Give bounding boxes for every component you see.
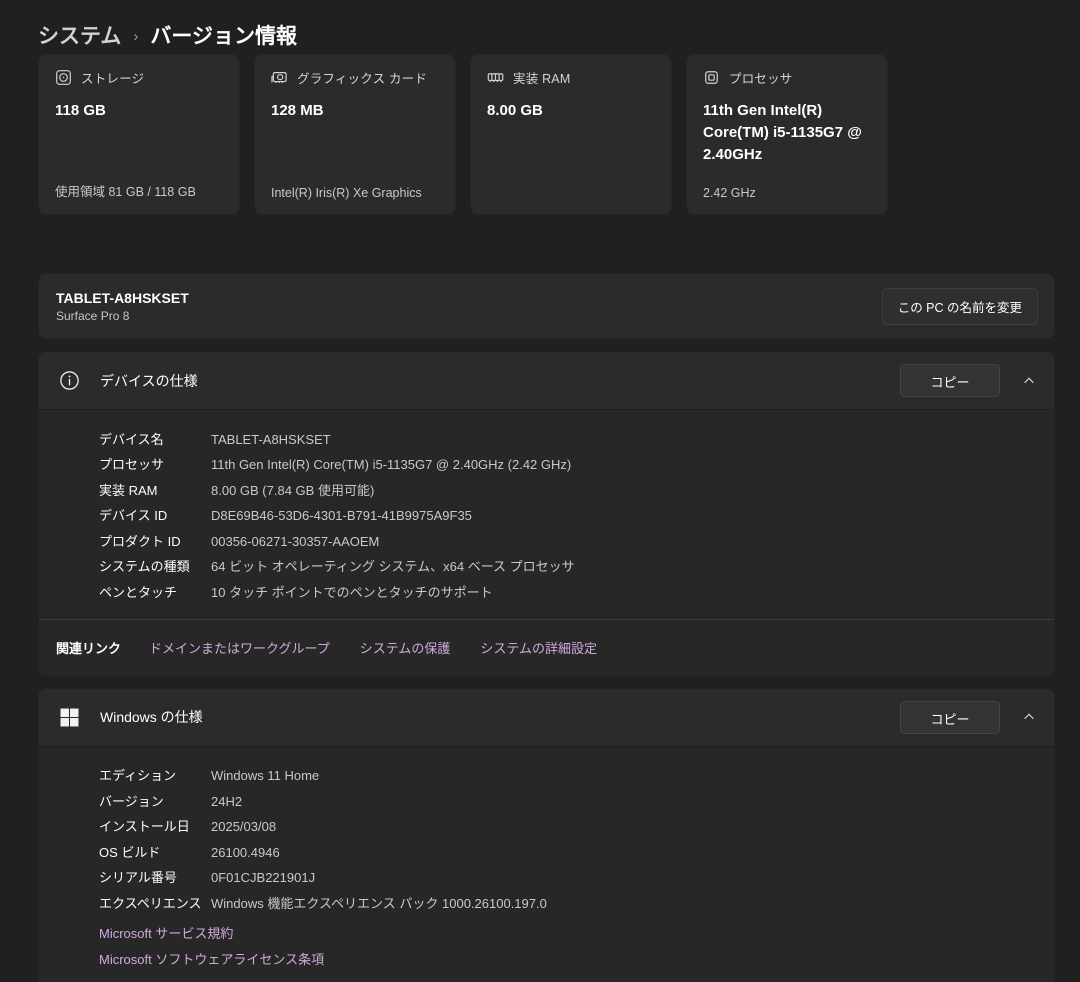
device-specs-expander: デバイスの仕様 コピー デバイス名 TABLET-A8HSKSET プロセッサ … bbox=[38, 351, 1055, 676]
ram-card-value: 8.00 GB bbox=[487, 102, 543, 119]
spec-value: TABLET-A8HSKSET bbox=[211, 431, 331, 447]
spec-cards: ストレージ 118 GB 使用領域 81 GB / 118 GB グラフィックス… bbox=[38, 54, 1055, 215]
storage-card: ストレージ 118 GB 使用領域 81 GB / 118 GB bbox=[38, 54, 240, 215]
ram-card-label: 実装 RAM bbox=[513, 72, 571, 86]
windows-specs-body: エディション Windows 11 Home バージョン 24H2 インストール… bbox=[39, 745, 1054, 982]
page-title: バージョン情報 bbox=[150, 25, 297, 48]
processor-card-header: プロセッサ bbox=[703, 68, 871, 87]
spec-value: 8.00 GB (7.84 GB 使用可能) bbox=[211, 482, 375, 498]
windows-specs-rows: エディション Windows 11 Home バージョン 24H2 インストール… bbox=[39, 747, 1054, 917]
spec-label: ペンとタッチ bbox=[99, 584, 178, 600]
spec-value: 11th Gen Intel(R) Core(TM) i5-1135G7 @ 2… bbox=[211, 457, 572, 472]
windows-specs-title: Windows の仕様 bbox=[100, 709, 203, 725]
device-names: TABLET-A8HSKSET Surface Pro 8 bbox=[56, 290, 189, 323]
spec-label: 実装 RAM bbox=[99, 482, 158, 498]
device-specs-title: デバイスの仕様 bbox=[100, 372, 198, 389]
device-name: TABLET-A8HSKSET bbox=[56, 289, 189, 306]
chevron-up-icon[interactable] bbox=[1022, 374, 1036, 388]
spec-label: エクスペリエンス bbox=[99, 895, 202, 911]
spec-value: D8E69B46-53D6-4301-B791-41B9975A9F35 bbox=[211, 508, 472, 523]
spec-row-processor: プロセッサ 11th Gen Intel(R) Core(TM) i5-1135… bbox=[39, 453, 1054, 479]
storage-card-header: ストレージ bbox=[55, 68, 223, 87]
link-system-protection[interactable]: システムの保護 bbox=[360, 638, 451, 657]
spec-value: 0F01CJB221901J bbox=[211, 870, 316, 885]
spec-value: 64 ビット オペレーティング システム、x64 ベース プロセッサ bbox=[211, 559, 575, 574]
spec-row-edition: エディション Windows 11 Home bbox=[39, 764, 1054, 790]
spec-label: プロセッサ bbox=[99, 457, 165, 472]
spec-row-version: バージョン 24H2 bbox=[39, 789, 1054, 815]
spec-value: 00356-06271-30357-AAOEM bbox=[211, 533, 380, 549]
spec-value: Windows 機能エクスペリエンス パック 1000.26100.197.0 bbox=[211, 895, 547, 911]
storage-icon bbox=[55, 69, 72, 86]
graphics-card-label: グラフィックス カード bbox=[297, 72, 428, 86]
chevron-right-icon: › bbox=[133, 27, 139, 45]
link-advanced-system-settings[interactable]: システムの詳細設定 bbox=[480, 638, 597, 657]
processor-card: プロセッサ 11th Gen Intel(R) Core(TM) i5-1135… bbox=[686, 54, 888, 215]
link-microsoft-software-license[interactable]: Microsoft ソフトウェアライセンス条項 bbox=[99, 949, 1054, 968]
spec-label: システムの種類 bbox=[99, 559, 190, 574]
info-icon bbox=[58, 370, 80, 392]
spec-label: OS ビルド bbox=[99, 844, 161, 860]
windows-specs-copy-button[interactable]: コピー bbox=[900, 700, 1000, 734]
spec-row-device-name: デバイス名 TABLET-A8HSKSET bbox=[39, 427, 1054, 453]
processor-card-value: 11th Gen Intel(R) Core(TM) i5-1135G7 @ 2… bbox=[703, 102, 862, 163]
microsoft-links: Microsoft サービス規約 Microsoft ソフトウェアライセンス条項 bbox=[39, 917, 1054, 982]
device-specs-body: デバイス名 TABLET-A8HSKSET プロセッサ 11th Gen Int… bbox=[39, 409, 1054, 675]
storage-card-subtitle: 使用領域 81 GB / 118 GB bbox=[55, 185, 196, 199]
spec-label: デバイス名 bbox=[99, 431, 164, 447]
link-domain-workgroup[interactable]: ドメインまたはワークグループ bbox=[149, 638, 330, 657]
spec-row-device-id: デバイス ID D8E69B46-53D6-4301-B791-41B9975A… bbox=[39, 504, 1054, 530]
processor-card-subtitle: 2.42 GHz bbox=[703, 186, 756, 200]
device-specs-copy-button[interactable]: コピー bbox=[900, 364, 1000, 397]
spec-label: プロダクト ID bbox=[99, 533, 181, 549]
link-microsoft-services-agreement[interactable]: Microsoft サービス規約 bbox=[99, 923, 1054, 942]
graphics-card-icon bbox=[271, 69, 288, 86]
cpu-icon bbox=[703, 69, 720, 86]
device-model: Surface Pro 8 bbox=[56, 308, 130, 323]
device-specs-rows: デバイス名 TABLET-A8HSKSET プロセッサ 11th Gen Int… bbox=[39, 410, 1054, 619]
spec-label: エディション bbox=[99, 768, 177, 783]
processor-card-label: プロセッサ bbox=[729, 72, 793, 86]
spec-label: バージョン bbox=[99, 793, 164, 809]
settings-about-page: システム › バージョン情報 ストレージ 118 GB 使用領域 81 GB /… bbox=[38, 0, 1055, 982]
spec-value: 24H2 bbox=[211, 793, 243, 809]
spec-row-pen-touch: ペンとタッチ 10 タッチ ポイントでのペンとタッチのサポート bbox=[39, 580, 1054, 606]
chevron-up-icon[interactable] bbox=[1022, 710, 1036, 724]
rename-pc-button[interactable]: この PC の名前を変更 bbox=[881, 287, 1038, 325]
device-specs-header[interactable]: デバイスの仕様 コピー bbox=[39, 352, 1054, 409]
spec-value: 2025/03/08 bbox=[211, 819, 277, 834]
spec-label: インストール日 bbox=[99, 819, 190, 834]
graphics-card-subtitle: Intel(R) Iris(R) Xe Graphics bbox=[271, 186, 422, 200]
spec-row-install-date: インストール日 2025/03/08 bbox=[39, 815, 1054, 841]
graphics-card: グラフィックス カード 128 MB Intel(R) Iris(R) Xe G… bbox=[254, 54, 456, 215]
spec-row-os-build: OS ビルド 26100.4946 bbox=[39, 840, 1054, 866]
spec-row-experience: エクスペリエンス Windows 機能エクスペリエンス パック 1000.261… bbox=[39, 891, 1054, 917]
related-links-label: 関連リンク bbox=[56, 640, 122, 656]
ram-card-header: 実装 RAM bbox=[487, 68, 655, 87]
spec-value: 10 タッチ ポイントでのペンとタッチのサポート bbox=[211, 584, 493, 600]
graphics-card-header: グラフィックス カード bbox=[271, 68, 439, 87]
windows-specs-expander: Windows の仕様 コピー エディション Windows 11 Home バ… bbox=[38, 687, 1055, 982]
related-links-row: 関連リンク ドメインまたはワークグループ システムの保護 システムの詳細設定 bbox=[39, 618, 1054, 675]
spec-label: デバイス ID bbox=[99, 508, 168, 523]
spec-row-product-id: プロダクト ID 00356-06271-30357-AAOEM bbox=[39, 529, 1054, 555]
graphics-card-value: 128 MB bbox=[271, 102, 324, 119]
windows-specs-header[interactable]: Windows の仕様 コピー bbox=[39, 688, 1054, 746]
spec-row-ram: 実装 RAM 8.00 GB (7.84 GB 使用可能) bbox=[39, 478, 1054, 504]
windows-logo-icon bbox=[58, 706, 80, 728]
spec-value: Windows 11 Home bbox=[211, 768, 320, 783]
spec-label: シリアル番号 bbox=[99, 870, 177, 885]
spec-row-serial-number: シリアル番号 0F01CJB221901J bbox=[39, 866, 1054, 892]
spec-value: 26100.4946 bbox=[211, 844, 280, 860]
ram-card: 実装 RAM 8.00 GB bbox=[470, 54, 672, 215]
spec-row-system-type: システムの種類 64 ビット オペレーティング システム、x64 ベース プロセ… bbox=[39, 555, 1054, 581]
storage-card-value: 118 GB bbox=[55, 102, 106, 119]
storage-card-label: ストレージ bbox=[81, 72, 145, 86]
device-name-bar: TABLET-A8HSKSET Surface Pro 8 この PC の名前を… bbox=[38, 273, 1055, 339]
breadcrumb: システム › バージョン情報 bbox=[38, 0, 1055, 52]
ram-icon bbox=[487, 69, 504, 86]
breadcrumb-system-link[interactable]: システム bbox=[38, 20, 121, 50]
